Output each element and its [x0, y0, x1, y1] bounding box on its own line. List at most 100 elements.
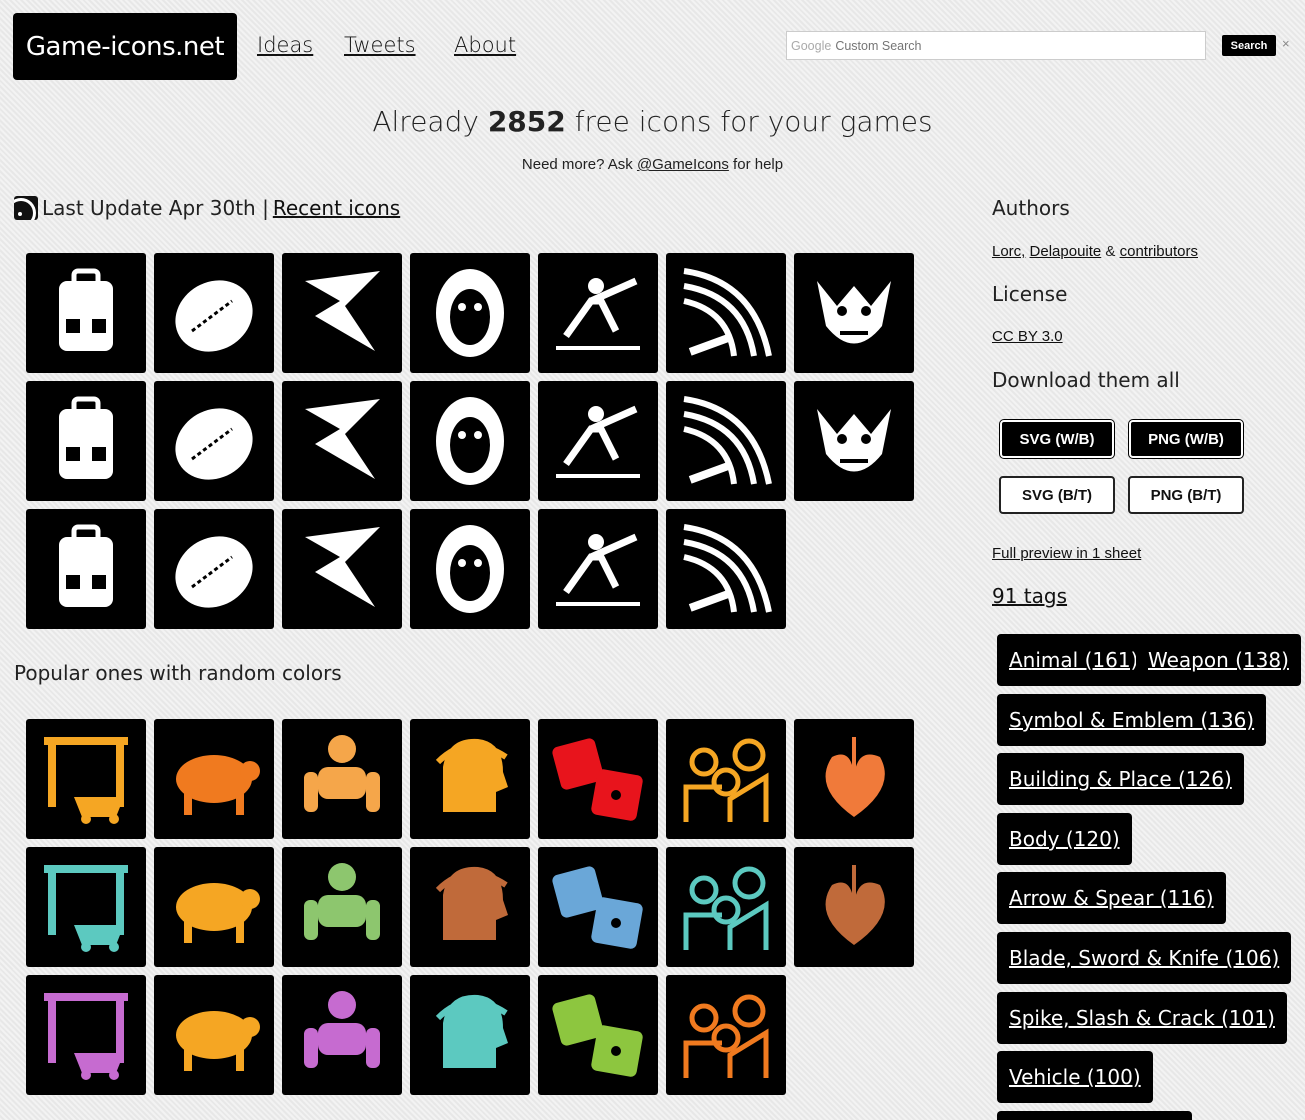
icon-tile[interactable] [154, 381, 274, 501]
icon-tile[interactable] [538, 975, 658, 1095]
backpack-icon [59, 268, 113, 351]
icon-tile[interactable] [410, 381, 530, 501]
icon-tile[interactable] [26, 975, 146, 1095]
tag-spike-slash-crack[interactable]: Spike, Slash & Crack (101) [997, 992, 1287, 1044]
icon-tile[interactable] [26, 381, 146, 501]
icon-tile[interactable] [538, 381, 658, 501]
subline-prefix: Need more? Ask [521, 156, 637, 173]
leaf-icon [825, 737, 885, 817]
icon-tile[interactable] [410, 509, 530, 629]
authors-line: Lorc, Delapouite & contributors [992, 243, 1198, 260]
tags-count-link[interactable]: 91 tags [992, 584, 1067, 608]
full-preview-link[interactable]: Full preview in 1 sheet [992, 545, 1141, 562]
icon-tile[interactable] [794, 719, 914, 839]
icon-tile[interactable] [282, 975, 402, 1095]
icon-tile[interactable] [538, 847, 658, 967]
tag-weapon[interactable]: Weapon (138) [1136, 634, 1301, 686]
icon-tile[interactable] [794, 847, 914, 967]
pig-icon [176, 755, 260, 815]
last-update: Last Update Apr 30th | Recent icons [14, 196, 400, 220]
icon-tile[interactable] [666, 975, 786, 1095]
author-lorc[interactable]: Lorc, [992, 243, 1025, 260]
icon-tile[interactable] [282, 381, 402, 501]
sword-slash-icon [683, 268, 772, 357]
icon-tile[interactable] [282, 719, 402, 839]
bullet-icon [435, 866, 508, 940]
viking-helmet-icon [176, 1011, 260, 1071]
eyeball-vortex-icon [59, 524, 113, 607]
icon-tile[interactable] [26, 847, 146, 967]
author-contributors[interactable]: contributors [1120, 243, 1198, 260]
dice-icon [552, 738, 643, 821]
swirl-orb-icon [683, 994, 769, 1078]
icon-tile[interactable] [538, 253, 658, 373]
author-delapouite[interactable]: Delapouite [1030, 243, 1102, 260]
download-png-bt-button[interactable]: PNG (B/T) [1128, 476, 1244, 514]
icon-tile[interactable] [154, 253, 274, 373]
tag-building-place[interactable]: Building & Place (126) [997, 753, 1244, 805]
icon-tile[interactable] [410, 719, 530, 839]
icon-tile[interactable] [538, 719, 658, 839]
page-subline: Need more? Ask @GameIcons for help [0, 156, 1305, 173]
key-icon [44, 993, 128, 1080]
icon-tile[interactable] [666, 509, 786, 629]
tag-arrow-spear[interactable]: Arrow & Spear (116) [997, 872, 1226, 924]
icon-tile[interactable] [26, 509, 146, 629]
tag-body[interactable]: Body (120) [997, 813, 1132, 865]
icon-tile[interactable] [154, 847, 274, 967]
search-input[interactable] [835, 38, 1136, 53]
mine-wagon-icon [44, 737, 128, 824]
fencer-icon [556, 277, 640, 350]
download-png-wb-button[interactable]: PNG (W/B) [1129, 420, 1243, 458]
icon-tile[interactable] [794, 253, 914, 373]
site-logo[interactable]: Game-icons.net [13, 13, 237, 80]
icon-tile[interactable] [410, 847, 530, 967]
download-svg-bt-button[interactable]: SVG (B/T) [999, 476, 1115, 514]
tag-symbol-emblem[interactable]: Symbol & Emblem (136) [997, 694, 1267, 746]
icon-tile[interactable] [282, 509, 402, 629]
icon-tile[interactable] [410, 975, 530, 1095]
icon-tile[interactable] [410, 253, 530, 373]
nav-tweets[interactable]: Tweets [344, 33, 416, 57]
twitter-link[interactable]: @GameIcons [637, 156, 729, 173]
tag-vehicle[interactable]: Vehicle (100) [997, 1051, 1153, 1103]
tag-animal[interactable]: Animal (161) [997, 634, 1151, 686]
tag-partial[interactable] [997, 1111, 1192, 1120]
icon-tile[interactable] [666, 719, 786, 839]
icon-tile[interactable] [282, 253, 402, 373]
page-headline: Already 2852 free icons for your games [0, 105, 1305, 138]
recent-icons-link[interactable]: Recent icons [273, 196, 400, 220]
headline-suffix: free icons for your games [565, 105, 933, 138]
authors-title: Authors [992, 196, 1070, 220]
lemon-icon [175, 280, 253, 352]
eye-lightning-icon [175, 408, 253, 480]
search-button[interactable]: Search [1222, 35, 1276, 56]
license-link[interactable]: CC BY 3.0 [992, 328, 1063, 345]
icon-tile[interactable] [666, 847, 786, 967]
download-svg-wb-button[interactable]: SVG (W/B) [1000, 420, 1114, 458]
popular-icons-grid [26, 719, 914, 1095]
castle-night-icon [552, 866, 643, 949]
icon-tile[interactable] [666, 381, 786, 501]
download-title: Download them all [992, 368, 1180, 392]
nav-ideas[interactable]: Ideas [257, 33, 313, 57]
icon-tile[interactable] [538, 509, 658, 629]
icon-tile[interactable] [26, 719, 146, 839]
dagger-hilt-icon [175, 536, 253, 608]
icon-tile[interactable] [794, 381, 914, 501]
nav-about[interactable]: About [454, 33, 516, 57]
rss-icon[interactable] [14, 196, 38, 220]
clear-search-icon[interactable]: × [1282, 36, 1290, 51]
tag-blade-sword-knife[interactable]: Blade, Sword & Knife (106) [997, 932, 1292, 984]
monkey-mask-icon [436, 269, 504, 357]
gem-sun-icon [44, 865, 128, 952]
icon-tile[interactable] [26, 253, 146, 373]
icon-tile[interactable] [666, 253, 786, 373]
icon-tile[interactable] [282, 847, 402, 967]
icon-tile[interactable] [154, 719, 274, 839]
saxophone-icon [817, 409, 891, 472]
headline-prefix: Already [372, 105, 488, 138]
icon-tile[interactable] [154, 509, 274, 629]
icon-tile[interactable] [154, 975, 274, 1095]
treasure-scroll-icon [825, 865, 885, 945]
